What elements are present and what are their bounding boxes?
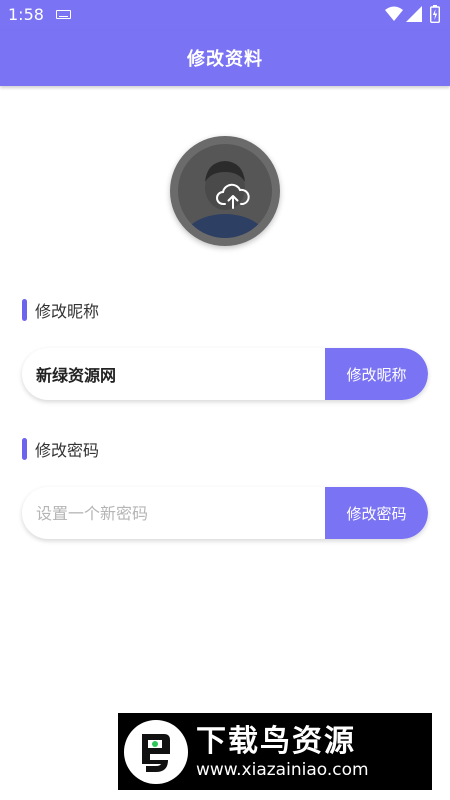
watermark-logo (124, 719, 188, 784)
watermark-text: 下载鸟资源 www.xiazainiao.com (196, 724, 369, 780)
status-time: 1:58 (8, 5, 44, 24)
app-bar: 修改资料 (0, 30, 450, 86)
nickname-section-header: 修改昵称 (22, 298, 99, 322)
signal-icon (406, 6, 422, 22)
section-accent-bar (22, 438, 27, 460)
watermark-banner: 下载鸟资源 www.xiazainiao.com (118, 713, 432, 790)
keyboard-icon (56, 10, 71, 19)
password-form: 修改密码 (22, 487, 428, 539)
page-title: 修改资料 (187, 49, 263, 70)
nickname-form: 修改昵称 (22, 348, 428, 400)
change-nickname-button[interactable]: 修改昵称 (325, 348, 428, 400)
password-section-header: 修改密码 (22, 437, 99, 461)
password-section-title: 修改密码 (35, 441, 100, 460)
upload-cloud-icon (216, 183, 250, 209)
avatar (178, 144, 272, 238)
avatar-upload[interactable] (170, 136, 280, 246)
wifi-icon (385, 6, 403, 21)
section-accent-bar (22, 299, 27, 321)
status-bar: 1:58 (0, 0, 450, 30)
change-password-button[interactable]: 修改密码 (325, 487, 428, 539)
watermark-url: www.xiazainiao.com (196, 759, 369, 780)
nickname-section-title: 修改昵称 (35, 302, 100, 321)
battery-icon (430, 5, 440, 23)
watermark-title: 下载鸟资源 (196, 723, 356, 759)
bird-logo-icon (142, 733, 170, 772)
password-input[interactable] (22, 487, 325, 539)
nickname-input[interactable] (22, 348, 325, 400)
